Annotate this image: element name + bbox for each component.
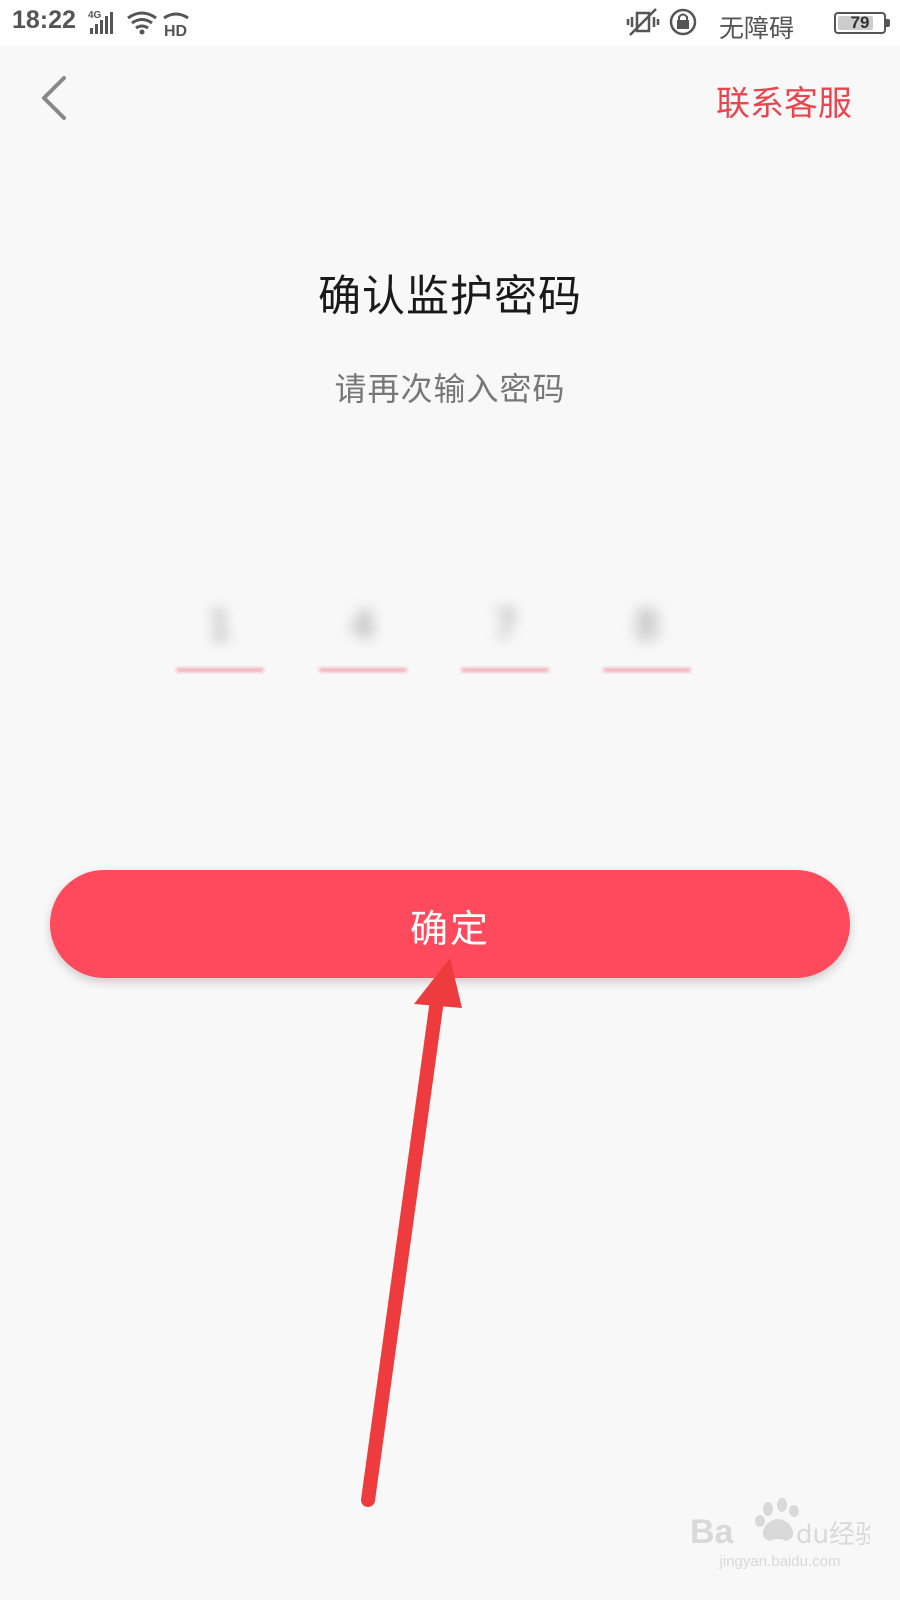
vibrate-mute-icon: [626, 8, 660, 36]
pin-digit: 1: [207, 603, 233, 649]
chevron-left-icon: [42, 76, 66, 120]
pin-underline: [176, 668, 264, 672]
svg-text:Ba: Ba: [690, 1513, 735, 1551]
pin-underline: [319, 668, 407, 672]
pin-input-row: 1 4 7 8: [172, 585, 702, 695]
wifi-icon: [127, 11, 157, 35]
pin-digit: 7: [492, 603, 518, 649]
cellular-signal-icon: 4G: [88, 10, 113, 34]
baidu-jingyan-watermark: Ba du经验 jingyan.baidu.com: [690, 1495, 890, 1585]
pin-input-1[interactable]: 1: [172, 585, 268, 695]
page-title: 确认监护密码: [318, 272, 582, 322]
pin-digit: 4: [350, 603, 376, 649]
status-left-icons: 4G HD: [88, 10, 189, 38]
network-type-label: 4G: [88, 10, 102, 21]
pin-underline: [461, 668, 549, 672]
baidu-logo-icon: Ba du经验: [690, 1498, 881, 1551]
status-time: 18:22: [12, 6, 76, 34]
annotation-arrow-shaft: [361, 993, 444, 1507]
hd-voice-icon: HD: [163, 12, 189, 38]
hd-label: HD: [164, 23, 187, 38]
status-bar: 18:22 4G HD 无障碍 79: [0, 0, 900, 46]
rotation-lock-icon: [669, 8, 697, 36]
battery-tip: [886, 19, 890, 27]
confirm-button[interactable]: 确定: [50, 870, 850, 978]
annotation-arrow: [361, 958, 462, 1507]
contact-service-link[interactable]: 联系客服: [716, 76, 852, 125]
svg-text:du经验: du经验: [796, 1520, 870, 1550]
confirm-button-label: 确定: [409, 907, 490, 951]
battery-level-text: 79: [850, 13, 870, 32]
pin-digit: 8: [634, 603, 660, 649]
back-button[interactable]: [30, 70, 80, 126]
pin-input-2[interactable]: 4: [315, 585, 411, 695]
pin-input-3[interactable]: 7: [457, 585, 553, 695]
pin-underline: [603, 668, 691, 672]
pin-input-4[interactable]: 8: [599, 585, 695, 695]
accessibility-label: 无障碍: [718, 14, 794, 43]
watermark-url: jingyan.baidu.com: [719, 1553, 841, 1570]
battery-icon: 79: [834, 12, 890, 34]
page-subtitle: 请再次输入密码: [334, 370, 566, 408]
